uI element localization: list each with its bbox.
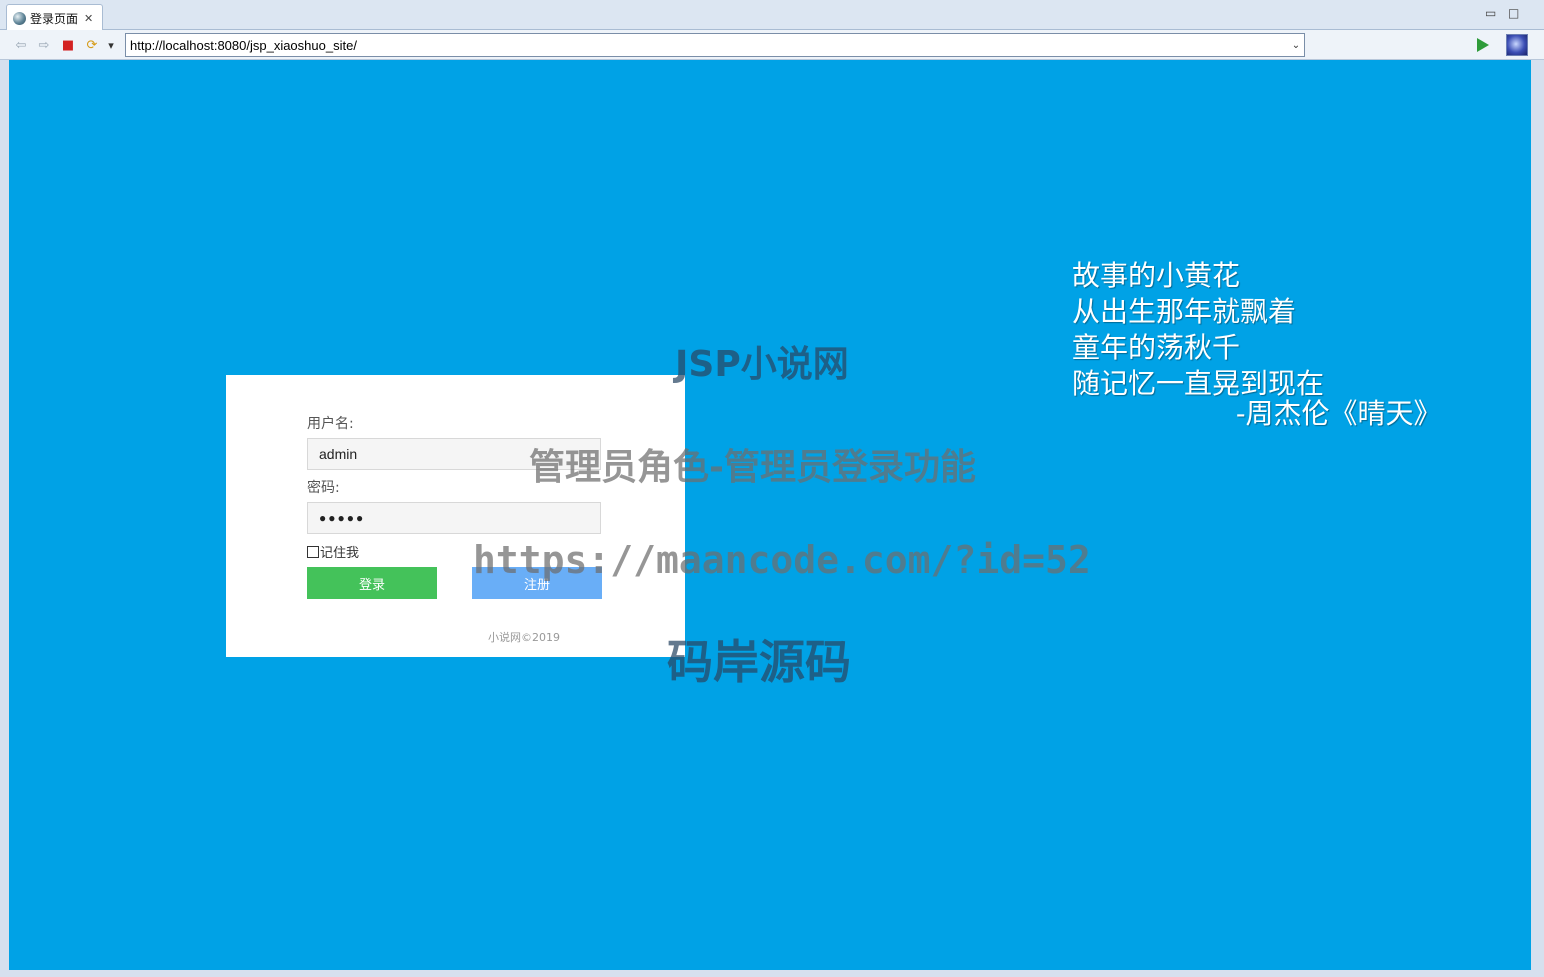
chevron-down-icon[interactable]: ▾ [103, 37, 119, 53]
poem-line: 从出生那年就飘着 [1072, 294, 1441, 330]
login-button[interactable]: 登录 [307, 567, 437, 599]
remember-label: 记住我 [320, 542, 359, 561]
poem-line: 故事的小黄花 [1072, 258, 1441, 294]
back-arrow-icon[interactable]: ⇦ [13, 37, 29, 53]
browser-toolbar: ⇦ ⇨ ■ ⟳ ▾ http://localhost:8080/jsp_xiao… [0, 30, 1544, 60]
password-value: ●●●●● [319, 511, 365, 525]
tab-login-page[interactable]: 登录页面 ✕ [6, 4, 103, 31]
tab-title: 登录页面 [30, 10, 78, 27]
url-bar[interactable]: http://localhost:8080/jsp_xiaoshuo_site/… [125, 33, 1305, 57]
watermark-title: JSP小说网 [675, 335, 849, 387]
remember-checkbox[interactable] [307, 546, 319, 558]
poem-block: 故事的小黄花 从出生那年就飘着 童年的荡秋千 随记忆一直晃到现在 -周杰伦《晴天… [1072, 258, 1441, 432]
password-label: 密码: [307, 477, 340, 497]
password-input[interactable]: ●●●●● [307, 502, 601, 534]
register-button[interactable]: 注册 [472, 567, 602, 599]
go-icon[interactable] [1477, 38, 1489, 52]
poem-line: 童年的荡秋千 [1072, 330, 1441, 366]
watermark-brand: 码岸源码 [667, 626, 851, 692]
minimize-icon[interactable]: ▭ [1485, 7, 1496, 19]
close-icon[interactable]: ✕ [84, 13, 93, 24]
username-label: 用户名: [307, 413, 354, 433]
url-dropdown-icon[interactable]: ⌄ [1288, 40, 1304, 51]
copyright-text: 小说网©2019 [226, 629, 685, 645]
maximize-icon[interactable]: □ [1508, 7, 1519, 19]
status-bar [0, 970, 1544, 977]
tab-bar: 登录页面 ✕ ▭ □ [0, 0, 1544, 30]
page-viewport: 用户名: admin 密码: ●●●●● 记住我 登录 注册 小说网©2019 … [9, 60, 1531, 970]
login-card: 用户名: admin 密码: ●●●●● 记住我 登录 注册 小说网©2019 [226, 375, 685, 657]
refresh-icon[interactable]: ⟳ [84, 37, 100, 53]
stop-icon[interactable]: ■ [60, 37, 76, 53]
username-input[interactable]: admin [307, 438, 601, 470]
globe-icon [13, 12, 26, 25]
remember-me[interactable]: 记住我 [307, 542, 359, 561]
forward-arrow-icon[interactable]: ⇨ [36, 37, 52, 53]
url-text[interactable]: http://localhost:8080/jsp_xiaoshuo_site/ [130, 38, 1288, 53]
username-value: admin [319, 446, 357, 462]
browser-icon[interactable] [1506, 34, 1528, 56]
